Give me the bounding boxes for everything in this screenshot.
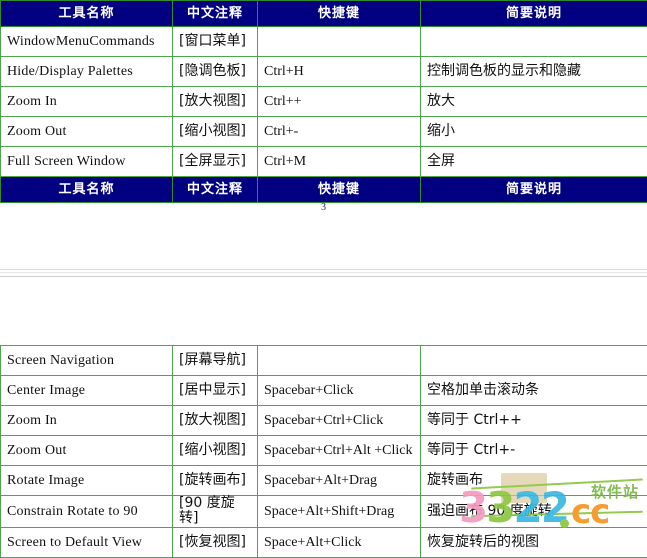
table-row: WindowMenuCommands[窗口菜单] [1,27,647,57]
cell-tool-name: Center Image [1,376,173,406]
column-header-2: 中文注释 [173,1,258,27]
page-number: 3 [0,202,647,213]
cell-chinese-annotation: [放大视图] [173,87,258,117]
cell-chinese-annotation: [旋转画布] [173,466,258,496]
cell-description [421,27,647,57]
column-header-1: 工具名称 [1,177,173,203]
page-break-separator [0,269,647,278]
column-header-4: 简要说明 [421,1,647,27]
cell-chinese-annotation: [缩小视图] [173,436,258,466]
table-header-row-bottom: 工具名称中文注释快捷键简要说明 [1,177,647,203]
cell-chinese-annotation: [居中显示] [173,376,258,406]
table-row: Screen to Default View[恢复视图]Space+Alt+Cl… [1,527,647,557]
cell-shortcut-key: Ctrl+M [258,147,421,177]
document-page: 工具名称中文注释快捷键简要说明WindowMenuCommands[窗口菜单]H… [0,0,647,549]
cell-tool-name: Zoom In [1,87,173,117]
cell-chinese-annotation: [缩小视图] [173,117,258,147]
shortcut-table-screen-navigation: Screen Navigation[屏幕导航]Center Image[居中显示… [0,345,647,558]
cell-tool-name: WindowMenuCommands [1,27,173,57]
cell-shortcut-key: Space+Alt+Click [258,527,421,557]
cell-shortcut-key: Spacebar+Alt+Drag [258,466,421,496]
cell-tool-name: Zoom In [1,406,173,436]
cell-description: 控制调色板的显示和隐藏 [421,57,647,87]
table-row: Zoom In[放大视图]Ctrl++放大 [1,87,647,117]
cell-shortcut-key: Spacebar+Ctrl+Click [258,406,421,436]
table-row: Center Image[居中显示]Spacebar+Click空格加单击滚动条 [1,376,647,406]
cell-tool-name: Screen Navigation [1,346,173,376]
column-header-3: 快捷键 [258,1,421,27]
column-header-2: 中文注释 [173,177,258,203]
table-row: Rotate Image[旋转画布]Spacebar+Alt+Drag旋转画布 [1,466,647,496]
cell-description: 强迫画布 90 度旋转 [421,496,647,528]
cell-tool-name: Screen to Default View [1,527,173,557]
table-row: Zoom Out[缩小视图]Spacebar+Ctrl+Alt +Click等同… [1,436,647,466]
column-header-3: 快捷键 [258,177,421,203]
cell-shortcut-key: Space+Alt+Shift+Drag [258,496,421,528]
cell-description: 等同于 Ctrl+- [421,436,647,466]
cell-shortcut-key [258,346,421,376]
cell-tool-name: Full Screen Window [1,147,173,177]
shortcut-table-window-menu: 工具名称中文注释快捷键简要说明WindowMenuCommands[窗口菜单]H… [0,0,647,203]
cell-chinese-annotation: [全屏显示] [173,147,258,177]
cell-shortcut-key: Ctrl+- [258,117,421,147]
cell-description: 空格加单击滚动条 [421,376,647,406]
cell-shortcut-key: Spacebar+Click [258,376,421,406]
cell-shortcut-key: Ctrl++ [258,87,421,117]
cell-chinese-annotation: [放大视图] [173,406,258,436]
cell-shortcut-key: Ctrl+H [258,57,421,87]
cell-chinese-annotation: [隐调色板] [173,57,258,87]
cell-chinese-annotation: [屏幕导航] [173,346,258,376]
cell-tool-name: Rotate Image [1,466,173,496]
table-row: Screen Navigation[屏幕导航] [1,346,647,376]
cell-description: 等同于 Ctrl++ [421,406,647,436]
cell-tool-name: Hide/Display Palettes [1,57,173,87]
cell-shortcut-key: Spacebar+Ctrl+Alt +Click [258,436,421,466]
table-row: Zoom In[放大视图]Spacebar+Ctrl+Click等同于 Ctrl… [1,406,647,436]
table-header-row-top: 工具名称中文注释快捷键简要说明 [1,1,647,27]
cell-description: 放大 [421,87,647,117]
cell-description: 缩小 [421,117,647,147]
cell-chinese-annotation: [恢复视图] [173,527,258,557]
cell-shortcut-key [258,27,421,57]
cell-description [421,346,647,376]
cell-description: 恢复旋转后的视图 [421,527,647,557]
cell-tool-name: Constrain Rotate to 90 [1,496,173,528]
cell-description: 旋转画布 [421,466,647,496]
cell-description: 全屏 [421,147,647,177]
cell-chinese-annotation: [90 度旋转] [173,496,258,528]
table-row: Constrain Rotate to 90[90 度旋转]Space+Alt+… [1,496,647,528]
column-header-4: 简要说明 [421,177,647,203]
table-row: Full Screen Window[全屏显示]Ctrl+M全屏 [1,147,647,177]
cell-tool-name: Zoom Out [1,436,173,466]
cell-tool-name: Zoom Out [1,117,173,147]
cell-chinese-annotation: [窗口菜单] [173,27,258,57]
table-row: Hide/Display Palettes[隐调色板]Ctrl+H控制调色板的显… [1,57,647,87]
table-row: Zoom Out[缩小视图]Ctrl+-缩小 [1,117,647,147]
column-header-1: 工具名称 [1,1,173,27]
